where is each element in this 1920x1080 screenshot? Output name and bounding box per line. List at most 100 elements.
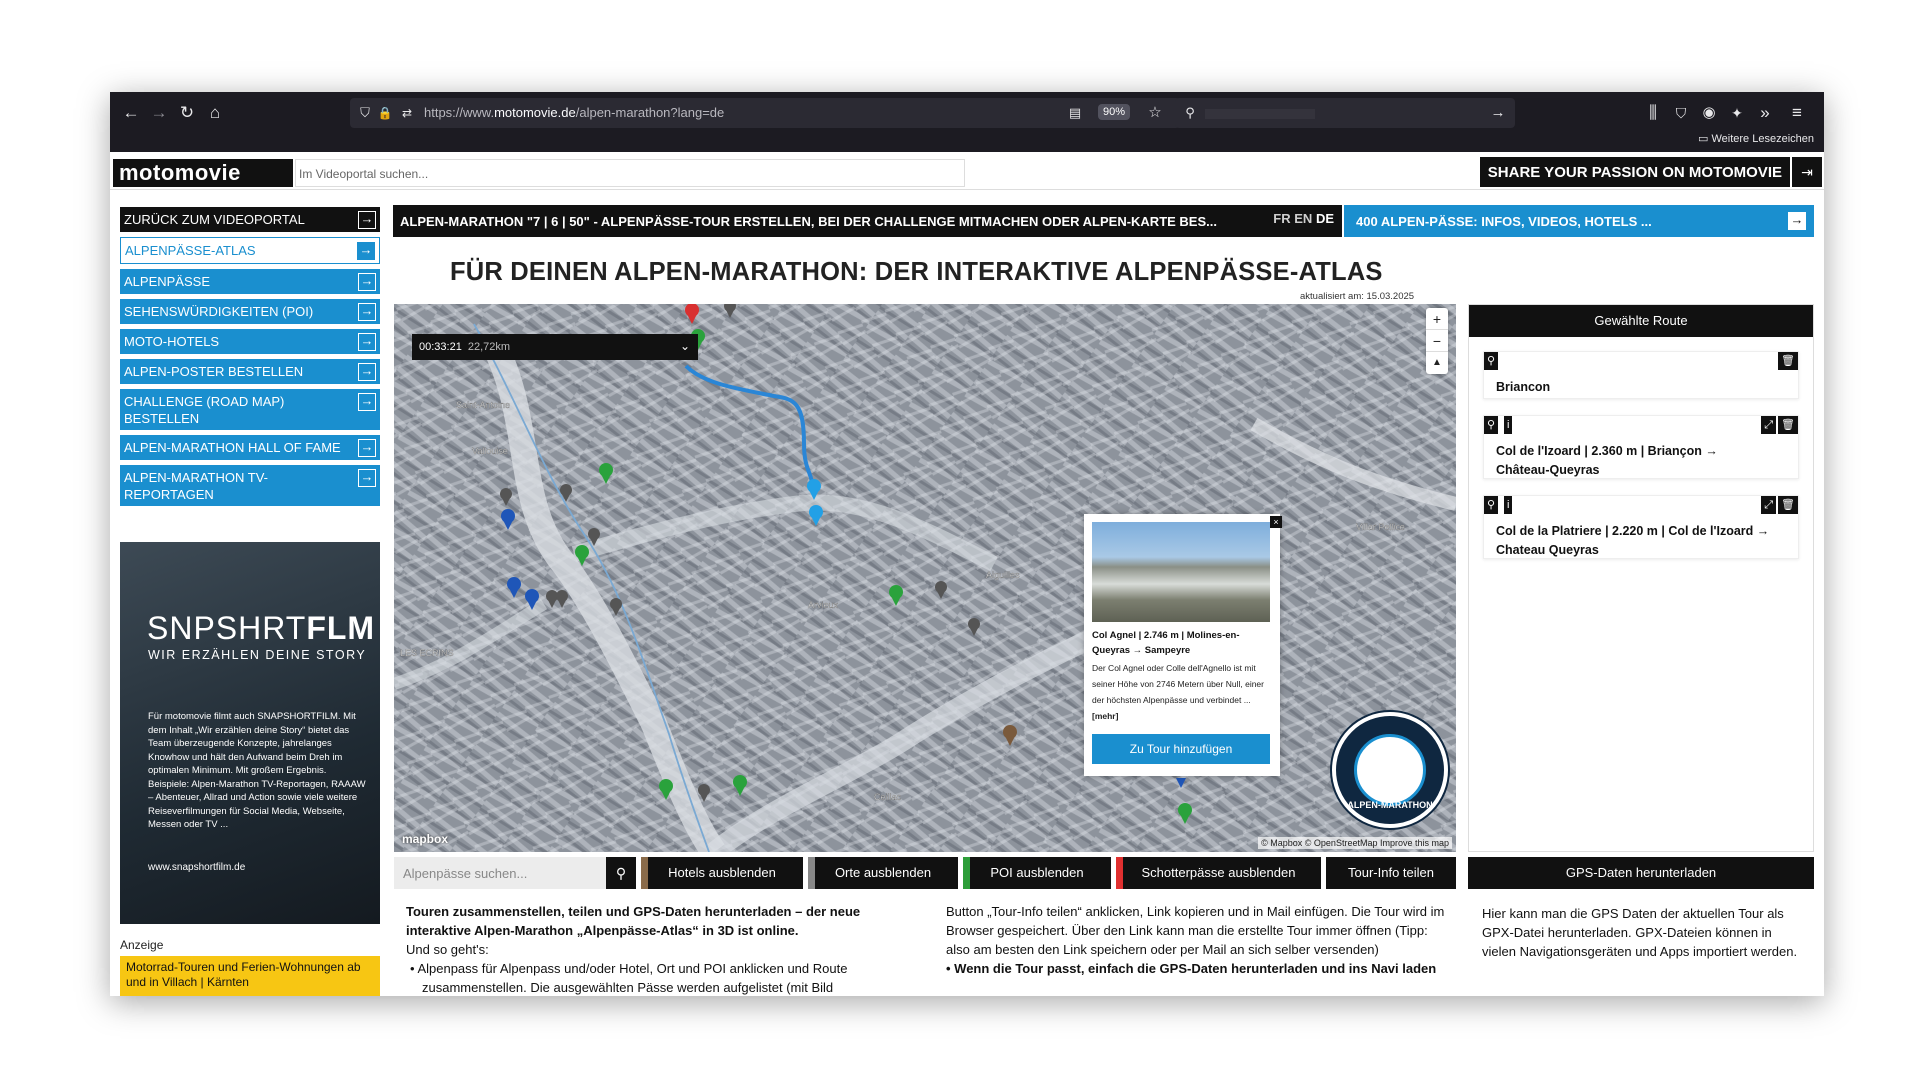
extensions-icon[interactable]: ✦ [1724,100,1750,126]
popup-title: Col Agnel | 2.746 m | Molines-en-Queyras… [1092,630,1240,656]
place-label-les-ecrins: LES ECRINS [400,648,454,658]
route-item-name: Briancon [1496,380,1551,394]
zoom-to-icon[interactable]: ⚲ [1484,496,1499,514]
forward-icon[interactable]: → [146,100,172,126]
menu-icon[interactable]: ≡ [1784,100,1810,126]
map-terrain[interactable]: Saint-Antoine Vallouise Villar Pellice A… [394,304,1456,852]
route-summary-dropdown[interactable]: 00:33:21 22,72km ⌄ [412,334,698,360]
sidebar-item-back[interactable]: ZURÜCK ZUM VIDEOPORTAL → [120,207,380,232]
url-bar[interactable]: ⛉ 🔒 ⇄ https://www.motomovie.de/alpen-mar… [350,98,1180,128]
sidebar-nav: ZURÜCK ZUM VIDEOPORTAL → ALPENPÄSSE-ATLAS… [120,207,380,511]
ad-url[interactable]: www.snapshortfilm.de [148,862,245,873]
sidebar-item-hall-of-fame[interactable]: ALPEN-MARATHON HALL OF FAME → [120,435,380,460]
zoom-to-icon[interactable]: ⚲ [1484,352,1499,370]
ad-tagline: WIR ERZÄHLEN DEINE STORY [148,648,367,662]
arrow-right-icon: → [358,363,376,381]
search-input[interactable] [1205,109,1315,119]
bookmark-star-icon[interactable]: ☆ [1142,100,1168,126]
sidebar-item-poster[interactable]: ALPEN-POSTER BESTELLEN → [120,359,380,384]
sidebar-item-poi[interactable]: SEHENSWÜRDIGKEITEN (POI) → [120,299,380,324]
alpen-marathon-badge: ALPEN-MARATHON [1332,712,1448,828]
pocket-icon[interactable]: ⛉ [1668,100,1694,126]
search-icon[interactable]: ⚲ [606,857,636,889]
map-zoom-controls: + − ▲ [1426,308,1448,374]
reload-icon[interactable]: ↻ [174,100,200,126]
expand-icon[interactable]: ⤢ [1761,496,1776,514]
passes-info-banner[interactable]: 400 ALPEN-PÄSSE: INFOS, VIDEOS, HOTELS .… [1344,205,1814,237]
sidebar-item-challenge[interactable]: CHALLENGE (ROAD MAP) BESTELLEN → [120,389,380,430]
account-icon[interactable]: ◉ [1696,100,1722,126]
route-item[interactable]: ⚲ i ⤢ 🗑 Col de l'Izoard | 2.360 m | Bria… [1483,415,1799,479]
marathon-banner[interactable]: ALPEN-MARATHON "7 | 6 | 50" - ALPENPÄSSE… [393,205,1342,237]
share-passion-button[interactable]: SHARE YOUR PASSION ON MOTOMOVIE [1479,157,1790,187]
zoom-in-button[interactable]: + [1426,308,1448,330]
villach-ad[interactable]: Motorrad-Touren und Ferien-Wohnungen ab … [120,956,380,996]
selected-route-panel: Gewählte Route ⚲ 🗑 Briancon ⚲ i ⤢ 🗑 Col … [1468,304,1814,852]
info-icon[interactable]: i [1504,416,1513,434]
zoom-badge[interactable]: 90% [1098,104,1131,120]
flag-fr[interactable]: FR [1273,211,1290,226]
sidebar-item-atlas[interactable]: ALPENPÄSSE-ATLAS → [120,237,380,264]
go-arrow-icon[interactable]: → [1485,100,1511,126]
arrow-right-icon: → [358,333,376,351]
back-icon[interactable]: ← [118,100,144,126]
flag-en[interactable]: EN [1294,211,1312,226]
snapshortfilm-ad[interactable]: SNPSHRTFLM WIR ERZÄHLEN DEINE STORY Für … [120,542,380,924]
zoom-to-icon[interactable]: ⚲ [1484,416,1499,434]
zoom-out-button[interactable]: − [1426,330,1448,352]
route-time: 00:33:21 [419,341,462,353]
hide-gravel-passes-button[interactable]: Schotterpässe ausblenden [1116,857,1321,889]
arrow-right-icon: → [358,439,376,457]
compass-icon[interactable]: ▲ [1426,352,1448,374]
pass-popup: × Col Agnel | 2.746 m | Molines-en-Queyr… [1084,514,1282,776]
article-right-column: Button „Tour-Info teilen“ anklicken, Lin… [946,902,1446,978]
info-icon[interactable]: i [1504,496,1513,514]
chevron-down-icon[interactable]: ⌄ [680,339,690,353]
site-header: motomovie Im Videoportal suchen... SHARE… [110,152,1824,190]
video-search-input[interactable]: Im Videoportal suchen... [295,159,965,187]
browser-search-field[interactable]: ⚲ → [1175,98,1515,128]
sidebar-item-passes[interactable]: ALPENPÄSSE → [120,269,380,294]
pass-search-input[interactable]: Alpenpässe suchen... [394,857,606,889]
url-text: https://www.motomovie.de/alpen-marathon?… [424,105,725,120]
route-item[interactable]: ⚲ i ⤢ 🗑 Col de la Platriere | 2.220 m | … [1483,495,1799,559]
arrow-right-icon: → [358,469,376,487]
more-link[interactable]: [mehr] [1092,711,1118,721]
close-icon[interactable]: × [1270,516,1282,528]
hide-poi-button[interactable]: POI ausblenden [963,857,1111,889]
article-bullet-gps: • Wenn die Tour passt, einfach die GPS-D… [946,961,1437,976]
arrow-right-icon: → [358,303,376,321]
trash-icon[interactable]: 🗑 [1778,352,1798,370]
updated-date: aktualisiert am: 15.03.2025 [1300,291,1415,302]
other-bookmarks[interactable]: ▭ Weitere Lesezeichen [1698,132,1814,145]
sidebar-item-hotels[interactable]: MOTO-HOTELS → [120,329,380,354]
expand-icon[interactable]: ⤢ [1761,416,1776,434]
ad-text: Für motomovie filmt auch SNAPSHORTFILM. … [148,711,366,830]
trash-icon[interactable]: 🗑 [1778,496,1798,514]
hide-places-button[interactable]: Orte ausblenden [808,857,958,889]
place-label-aiguilles: Aiguilles [986,570,1020,580]
map-attribution[interactable]: © Mapbox © OpenStreetMap Improve this ma… [1258,837,1452,849]
place-label-villar-pellice: Villar Pellice [1356,522,1405,532]
reader-view-icon[interactable]: ▤ [1062,100,1088,126]
alps-map[interactable]: Saint-Antoine Vallouise Villar Pellice A… [394,304,1456,852]
arrow-right-icon: → [1788,212,1806,230]
add-to-tour-button[interactable]: Zu Tour hinzufügen [1092,734,1270,764]
mapbox-logo[interactable]: mapbox [402,832,448,846]
route-item[interactable]: ⚲ 🗑 Briancon [1483,351,1799,399]
permissions-icon[interactable]: ⇄ [394,100,420,126]
home-icon[interactable]: ⌂ [202,100,228,126]
pass-photo [1092,522,1270,622]
folder-icon: ▭ [1698,133,1712,145]
overflow-chevron-icon[interactable]: » [1752,100,1778,126]
share-tour-info-button[interactable]: Tour-Info teilen [1326,857,1456,889]
hide-hotels-button[interactable]: Hotels ausblenden [641,857,803,889]
site-logo[interactable]: motomovie [113,159,293,187]
gps-download-button[interactable]: GPS-Daten herunterladen [1468,857,1814,889]
library-icon[interactable]: ⫼ [1640,100,1666,126]
trash-icon[interactable]: 🗑 [1778,416,1798,434]
login-icon[interactable]: ⇥ [1792,157,1822,187]
language-flags: FR EN DE [1273,211,1334,226]
sidebar-item-tv-reports[interactable]: ALPEN-MARATHON TV-REPORTAGEN → [120,465,380,506]
flag-de[interactable]: DE [1316,211,1334,226]
